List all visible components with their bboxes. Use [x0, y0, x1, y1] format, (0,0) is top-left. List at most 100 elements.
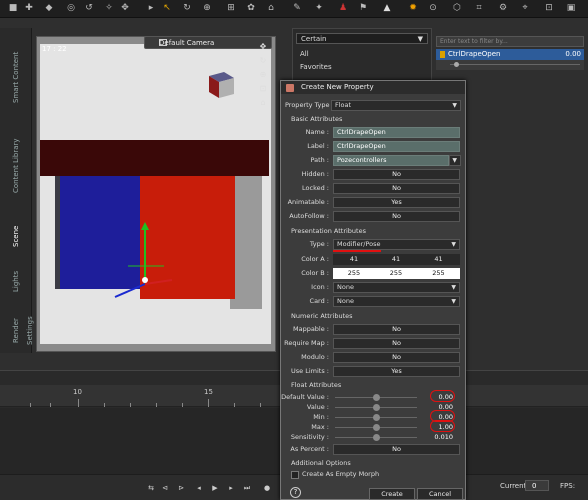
color-b-label: Color B : — [301, 269, 329, 277]
create-button[interactable]: Create — [369, 488, 415, 500]
modulo-toggle[interactable]: No — [333, 352, 460, 363]
tool-icon[interactable]: ⌗ — [474, 3, 484, 13]
path-field[interactable]: Pozecontrollers — [333, 155, 449, 166]
orbit-icon[interactable]: ↻ — [257, 54, 269, 68]
chevron-down-icon: ▼ — [451, 284, 456, 291]
slider-knob[interactable] — [373, 394, 380, 401]
viewport[interactable] — [40, 44, 271, 344]
view-cube-icon[interactable] — [206, 70, 236, 100]
end-icon[interactable]: ⏭ — [242, 483, 252, 493]
tab-smart-content[interactable]: Smart Content — [9, 42, 23, 112]
home-icon[interactable]: ⌂ — [257, 96, 269, 110]
tool-icon[interactable]: ✿ — [246, 3, 256, 13]
path-dropdown[interactable]: ▼ — [449, 155, 461, 166]
color-b-r[interactable]: 255 — [333, 268, 375, 279]
tool-icon[interactable]: ⊙ — [428, 3, 438, 13]
tool-icon[interactable]: ⚑ — [358, 3, 368, 13]
play-icon[interactable]: ▶ — [210, 483, 220, 493]
record-icon[interactable]: ● — [262, 483, 272, 493]
color-a-b[interactable]: 41 — [417, 254, 460, 265]
param-slider[interactable] — [436, 60, 584, 70]
tool-icon[interactable]: ⌂ — [266, 3, 276, 13]
autofollow-toggle[interactable]: No — [333, 211, 460, 222]
group-item-favorites[interactable]: Favorites — [296, 62, 428, 73]
type-label: Type : — [309, 240, 329, 248]
rotate-icon[interactable]: ↻ — [182, 3, 192, 13]
color-b-b[interactable]: 255 — [417, 268, 460, 279]
mappable-toggle[interactable]: No — [333, 324, 460, 335]
tab-content-library[interactable]: Content Library — [9, 124, 23, 208]
sensitivity-slider[interactable] — [335, 432, 417, 443]
tool-icon[interactable]: ↺ — [84, 3, 94, 13]
tool-icon[interactable]: ✥ — [120, 3, 130, 13]
tab-render-settings[interactable]: Render Settings — [9, 306, 34, 356]
tool-icon[interactable]: ◆ — [44, 3, 54, 13]
animatable-toggle[interactable]: Yes — [333, 197, 460, 208]
color-b-g[interactable]: 255 — [375, 268, 417, 279]
param-value[interactable]: 0.00 — [565, 49, 581, 60]
current-frame-input[interactable]: 0 — [525, 480, 549, 491]
tool-icon[interactable]: ⚙ — [498, 3, 508, 13]
use-limits-toggle[interactable]: Yes — [333, 366, 460, 377]
viewport-scene[interactable] — [40, 44, 271, 344]
key-next-icon[interactable]: ⊳ — [176, 483, 186, 493]
color-a-g[interactable]: 41 — [375, 254, 417, 265]
tool-icon[interactable]: ✚ — [24, 3, 34, 13]
tool-icon[interactable]: ▣ — [566, 3, 576, 13]
figure-icon[interactable]: ♟ — [338, 3, 348, 13]
universal-icon[interactable]: ⊕ — [202, 3, 212, 13]
dialog-titlebar[interactable]: Create New Property — [281, 81, 465, 94]
type-dropdown[interactable]: Modifier/Pose ▼ — [333, 239, 460, 250]
tool-icon[interactable]: ▲ — [382, 3, 392, 13]
tool-icon[interactable]: ⌖ — [520, 3, 530, 13]
camera-selector[interactable]: Default Camera — [144, 36, 272, 49]
tool-icon[interactable]: ✧ — [104, 3, 114, 13]
param-lock-icon — [440, 51, 445, 58]
groups-dropdown-value: Certain — [301, 35, 327, 43]
card-dropdown[interactable]: None ▼ — [333, 296, 460, 307]
frame-icon[interactable]: ⊡ — [257, 82, 269, 96]
loop-icon[interactable]: ⇆ — [146, 483, 156, 493]
tool-icon[interactable]: ⊞ — [226, 3, 236, 13]
nav-controls[interactable]: ✥ ↻ ⊕ ⊡ ⌂ — [257, 40, 269, 130]
tool-icon[interactable]: ⬡ — [452, 3, 462, 13]
name-field[interactable]: CtrlDrapeOpen — [333, 127, 460, 138]
groups-dropdown[interactable]: Certain ▼ — [296, 33, 428, 44]
as-percent-toggle[interactable]: No — [333, 444, 460, 455]
cancel-button[interactable]: Cancel — [417, 488, 463, 500]
tab-lights[interactable]: Lights — [9, 264, 23, 298]
param-row-ctrldrapeopen[interactable]: CtrlDrapeOpen 0.00 — [436, 49, 584, 60]
empty-morph-checkbox[interactable] — [291, 471, 299, 479]
slider-knob[interactable] — [373, 434, 380, 441]
slider-knob[interactable] — [373, 414, 380, 421]
section-additional: Additional Options — [291, 459, 351, 467]
tab-scene[interactable]: Scene — [9, 218, 23, 254]
require-map-toggle[interactable]: No — [333, 338, 460, 349]
tool-icon[interactable]: ✎ — [292, 3, 302, 13]
icon-dropdown[interactable]: None ▼ — [333, 282, 460, 293]
locked-toggle[interactable]: No — [333, 183, 460, 194]
tool-icon[interactable]: ✦ — [314, 3, 324, 13]
pan-icon[interactable]: ✥ — [257, 40, 269, 54]
light-icon[interactable]: ✹ — [408, 3, 418, 13]
sensitivity-readout[interactable]: 0.010 — [429, 432, 453, 443]
slider-knob[interactable] — [373, 404, 380, 411]
key-prev-icon[interactable]: ⊲ — [160, 483, 170, 493]
tool-icon[interactable]: ◎ — [66, 3, 76, 13]
tool-icon[interactable]: ■ — [8, 3, 18, 13]
step-back-icon[interactable]: ◂ — [194, 483, 204, 493]
color-a-r[interactable]: 41 — [333, 254, 375, 265]
tool-icon[interactable]: ▸ — [146, 3, 156, 13]
help-button[interactable]: ? — [290, 487, 301, 498]
hidden-toggle[interactable]: No — [333, 169, 460, 180]
select-icon[interactable]: ↖ — [162, 3, 172, 13]
group-item-all[interactable]: All — [296, 49, 428, 60]
filter-input[interactable]: Enter text to filter by... — [436, 36, 584, 47]
label-field[interactable]: CtrlDrapeOpen — [333, 141, 460, 152]
slider-knob[interactable] — [373, 424, 380, 431]
slider-knob[interactable] — [454, 62, 459, 67]
property-type-dropdown[interactable]: Float ▼ — [331, 100, 461, 111]
zoom-icon[interactable]: ⊕ — [257, 68, 269, 82]
tool-icon[interactable]: ⊡ — [544, 3, 554, 13]
step-forward-icon[interactable]: ▸ — [226, 483, 236, 493]
